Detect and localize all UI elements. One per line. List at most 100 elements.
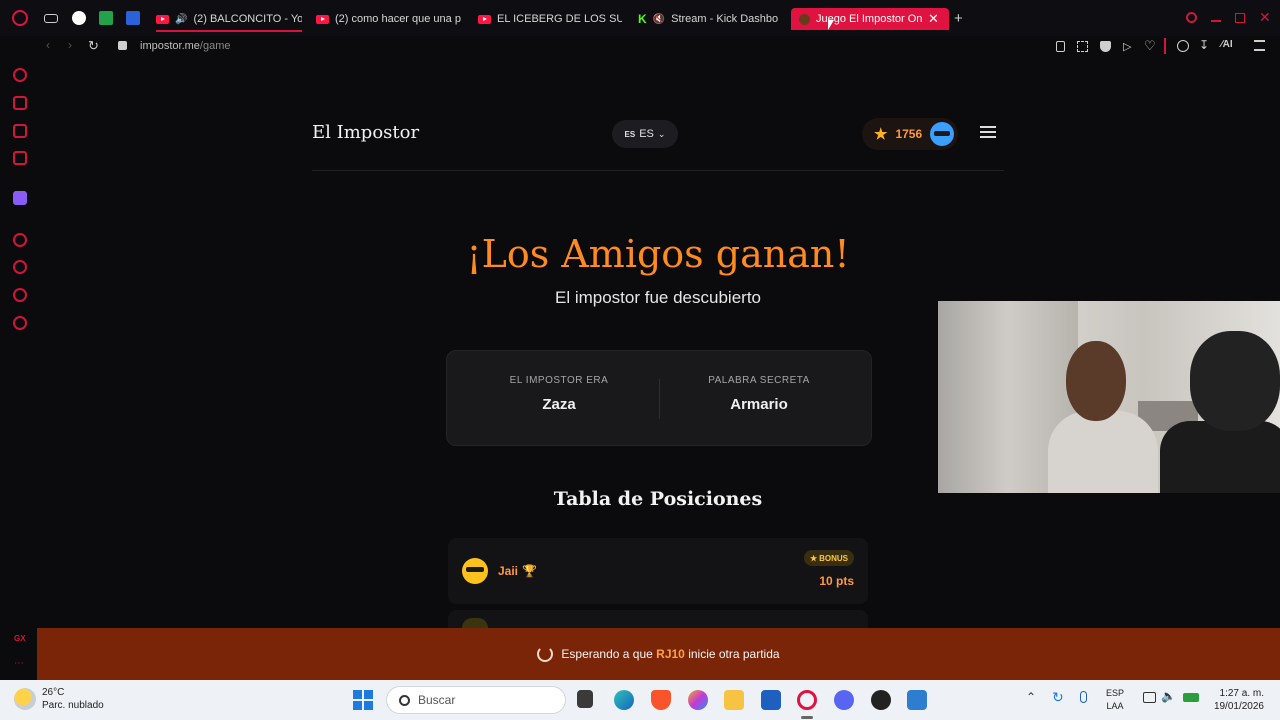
clock-time: 1:27 a. m. xyxy=(1219,688,1264,699)
search-tabs-icon[interactable] xyxy=(1186,12,1197,23)
user-points-pill[interactable]: ★ 1756 xyxy=(862,118,958,150)
clock-date: 19/01/2026 xyxy=(1213,701,1264,712)
gx-corner-icon[interactable] xyxy=(13,96,27,110)
tab-kick[interactable]: K 🔇 Stream - Kick Dashbo xyxy=(638,8,782,30)
temperature: 26°C xyxy=(42,687,65,698)
snapshot-icon[interactable] xyxy=(1077,41,1088,52)
streamer-figure xyxy=(1048,341,1158,493)
messenger-icon[interactable] xyxy=(13,151,27,165)
url-field[interactable]: impostor.me/game xyxy=(140,40,231,52)
banner-prefix: Esperando a que xyxy=(561,647,653,661)
browser-sidebar: GX ⋯ xyxy=(0,58,40,680)
site-favicon-icon xyxy=(799,13,810,25)
copilot-icon[interactable] xyxy=(688,690,708,710)
player-name-text: Jaii xyxy=(498,564,519,578)
volume-icon[interactable]: 🔈 xyxy=(1161,689,1176,703)
input-language-top: ESP xyxy=(1106,688,1125,698)
tab-label: Stream - Kick Dashbo xyxy=(671,13,779,25)
guest-figure xyxy=(1160,331,1280,493)
easy-setup-icon[interactable] xyxy=(1254,40,1265,51)
shield-icon[interactable] xyxy=(1100,41,1111,52)
brave-icon[interactable] xyxy=(651,690,671,710)
play-icon[interactable]: ▷ xyxy=(1123,40,1131,53)
toolbar-divider xyxy=(1164,38,1166,54)
history-icon[interactable] xyxy=(13,260,27,274)
tab-balconcito[interactable]: 🔊 (2) BALCONCITO - You xyxy=(156,8,302,30)
kick-icon: K xyxy=(638,12,647,26)
download-icon[interactable]: ↧ xyxy=(1199,38,1209,52)
microphone-icon[interactable] xyxy=(1080,691,1087,703)
search-icon xyxy=(399,694,410,706)
reload-icon[interactable]: ↻ xyxy=(88,38,99,54)
notepad-icon[interactable] xyxy=(907,690,927,710)
tab-iceberg[interactable]: EL ICEBERG DE LOS SUCE xyxy=(478,8,622,30)
game-app-icon[interactable] xyxy=(871,690,891,710)
impostor-label: EL IMPOSTOR ERA xyxy=(509,375,609,386)
chevron-up-icon[interactable]: ⌃ xyxy=(1026,690,1036,704)
guest-shirt xyxy=(1160,421,1280,493)
vpn-app-icon[interactable] xyxy=(761,690,781,710)
avatar[interactable] xyxy=(930,122,954,146)
weather-widget[interactable]: 26°C Parc. nublado xyxy=(14,686,104,712)
tab-underline xyxy=(156,30,302,32)
restore-icon[interactable] xyxy=(1235,13,1245,23)
tab-impostor-active[interactable]: Juego El Impostor Onli ✕ xyxy=(791,8,949,30)
banner-suffix: inicie otra partida xyxy=(688,647,780,661)
sheets-icon[interactable] xyxy=(99,11,113,25)
player-icon[interactable] xyxy=(13,233,27,247)
wifi-icon[interactable] xyxy=(1143,692,1156,703)
file-explorer-icon[interactable] xyxy=(724,690,744,710)
address-bar: ‹ › ↻ impostor.me/game ▷ ♡ ↧ ∕AI xyxy=(0,36,1280,58)
partly-cloudy-icon xyxy=(14,688,36,710)
pinned-tab-icon[interactable] xyxy=(72,11,86,25)
language-selector[interactable]: ES ES ⌄ xyxy=(612,120,678,148)
new-tab-button[interactable]: + xyxy=(954,10,963,27)
impostor-reveal: EL IMPOSTOR ERA Zaza xyxy=(459,375,659,413)
pin-icon[interactable] xyxy=(1056,41,1065,52)
site-logo[interactable]: El Impostor xyxy=(312,122,419,143)
close-window-icon[interactable]: ✕ xyxy=(1259,9,1271,26)
gx-control-icon[interactable] xyxy=(13,68,27,82)
close-tab-icon[interactable]: ✕ xyxy=(928,11,939,27)
sync-icon[interactable]: ↻ xyxy=(1052,689,1064,706)
url-host: impostor.me xyxy=(140,40,200,52)
edge-icon[interactable] xyxy=(614,690,634,710)
settings-icon[interactable] xyxy=(13,316,27,330)
twitch-icon[interactable] xyxy=(13,191,27,205)
streamer-shirt xyxy=(1048,411,1158,493)
taskbar-search[interactable]: Buscar xyxy=(386,686,566,714)
opera-gx-logo-icon[interactable] xyxy=(12,10,28,26)
player-name: Jaii 🏆 xyxy=(498,564,537,578)
gamepad-icon[interactable] xyxy=(44,14,58,23)
windows-start-icon[interactable] xyxy=(353,690,373,710)
extensions-icon[interactable] xyxy=(13,288,27,302)
forward-icon[interactable]: › xyxy=(68,38,72,52)
gx-cleaner-icon[interactable] xyxy=(13,124,27,138)
language-label: ES xyxy=(639,128,654,140)
search-placeholder: Buscar xyxy=(418,693,456,707)
youtube-icon xyxy=(156,14,169,24)
heart-icon[interactable]: ♡ xyxy=(1144,38,1156,54)
battery-icon[interactable] xyxy=(1183,693,1199,702)
back-icon[interactable]: ‹ xyxy=(46,38,50,52)
opera-gx-taskbar-icon[interactable] xyxy=(797,690,817,710)
profile-icon[interactable] xyxy=(1177,40,1189,52)
more-icon[interactable]: ⋯ xyxy=(14,658,24,669)
discord-icon[interactable] xyxy=(834,690,854,710)
tab-como-hacer[interactable]: (2) como hacer que una p xyxy=(316,8,462,30)
calendar-icon[interactable] xyxy=(126,11,140,25)
task-view-icon[interactable] xyxy=(577,690,593,708)
points-value: 1756 xyxy=(895,127,923,141)
clock[interactable]: 1:27 a. m. 19/01/2026 xyxy=(1214,687,1264,713)
windows-taskbar: 26°C Parc. nublado Buscar ⌃ ↻ ESP LAA 🔈 … xyxy=(0,680,1280,720)
speaker-icon: 🔊 xyxy=(175,13,188,25)
star-icon: ★ xyxy=(874,126,888,143)
aria-ai-icon[interactable]: ∕AI xyxy=(1221,39,1233,50)
input-language[interactable]: ESP LAA xyxy=(1106,687,1124,713)
minimize-icon[interactable] xyxy=(1211,20,1221,22)
waiting-banner: Esperando a que RJ10 inicie otra partida xyxy=(37,628,1280,680)
menu-icon[interactable] xyxy=(980,126,996,138)
trophy-icon: 🏆 xyxy=(522,564,537,578)
webcam-overlay xyxy=(938,301,1280,493)
leaderboard-row: Jaii 🏆 ★ BONUS 10 pts xyxy=(448,538,868,604)
